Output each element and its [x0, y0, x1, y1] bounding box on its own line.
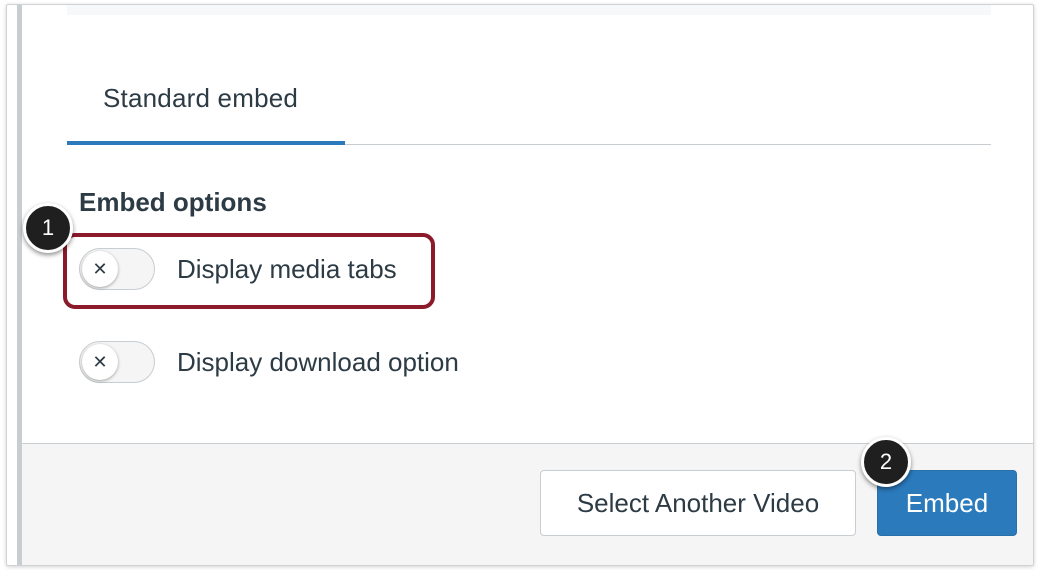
embed-options-title: Embed options: [79, 187, 267, 217]
highlight-box: [63, 233, 435, 309]
callout-badge-2: 2: [861, 437, 911, 487]
select-another-video-button[interactable]: Select Another Video: [540, 470, 856, 536]
tab-label: Standard embed: [103, 83, 299, 113]
tab-standard-embed[interactable]: Standard embed: [67, 61, 345, 145]
embed-dialog: Standard embed Embed options ✕ Display m…: [6, 4, 1034, 566]
x-icon: ✕: [82, 344, 118, 380]
tab-bar: Standard embed: [67, 65, 991, 145]
option-label: Display download option: [177, 346, 459, 377]
option-display-download: ✕ Display download option: [79, 338, 459, 386]
callout-badge-1: 1: [23, 203, 73, 253]
display-download-option-toggle[interactable]: ✕: [79, 341, 155, 383]
top-strip: [67, 5, 991, 15]
